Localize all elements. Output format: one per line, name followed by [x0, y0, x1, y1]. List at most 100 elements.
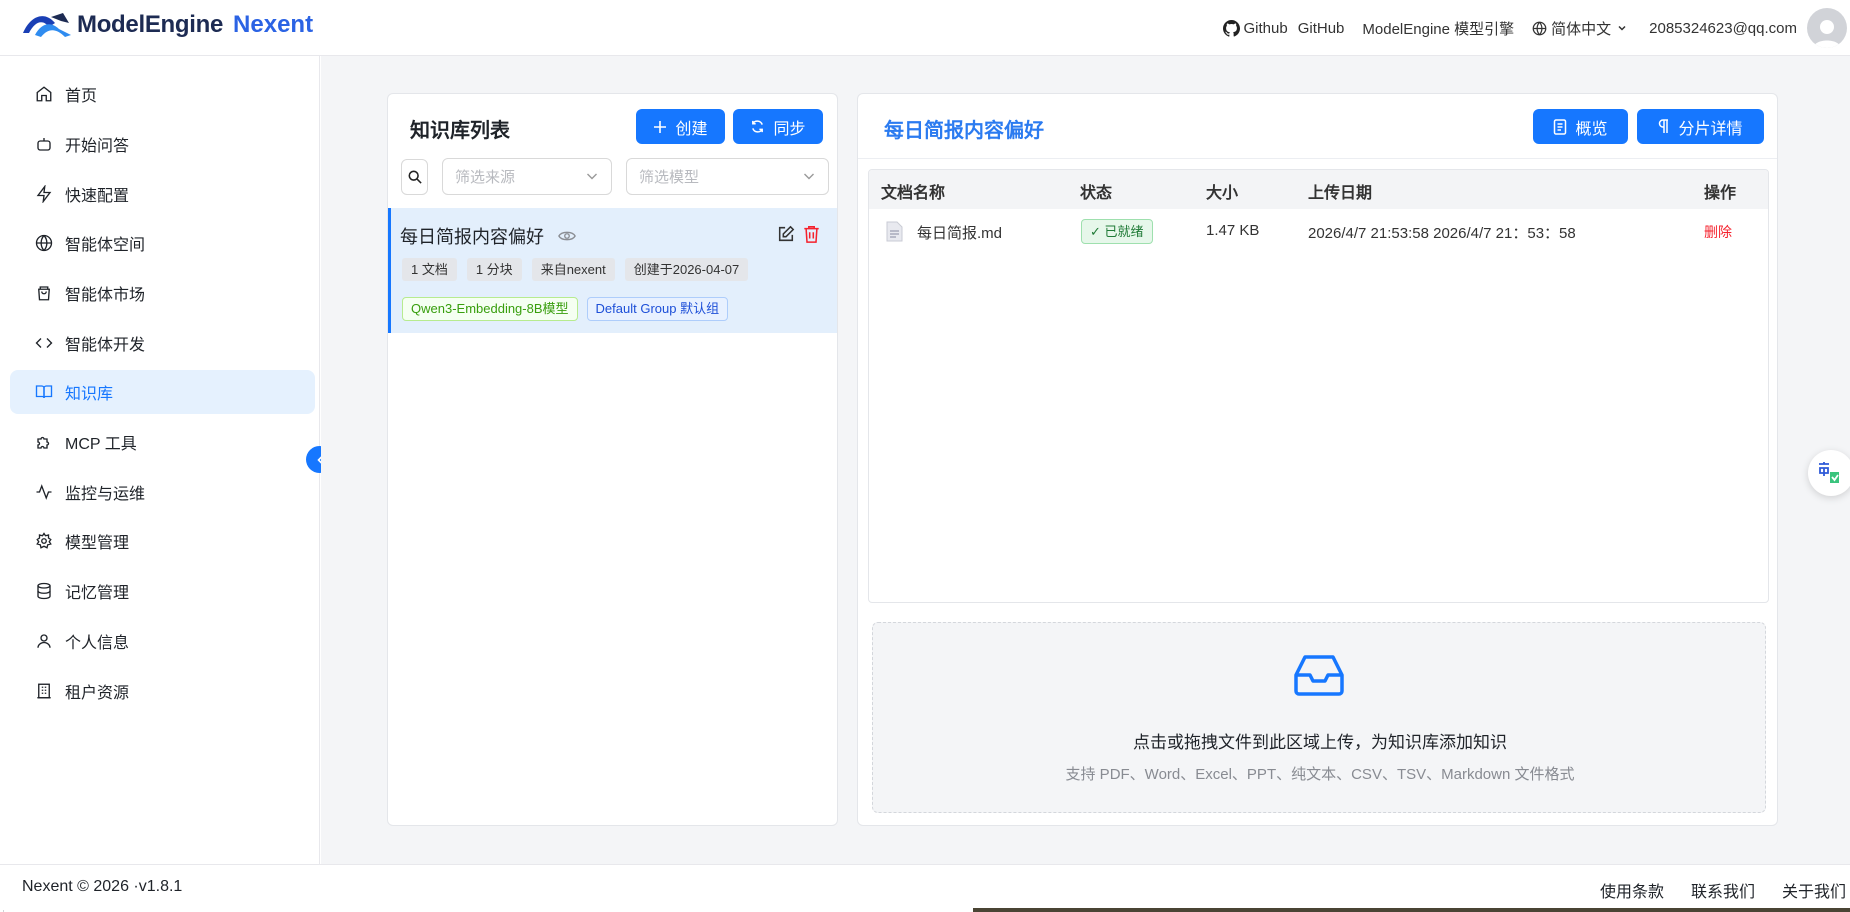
- chunk-details-button[interactable]: 分片详情: [1637, 109, 1764, 144]
- sidebar-item-label: 监控与运维: [65, 486, 146, 503]
- search-button[interactable]: [401, 159, 428, 195]
- col-status: 状态: [1080, 185, 1113, 202]
- kb-list-title: 知识库列表: [410, 120, 510, 142]
- github-link[interactable]: Github GitHub: [1222, 19, 1345, 37]
- contact-link[interactable]: 联系我们: [1691, 878, 1755, 902]
- sidebar-item-label: 模型管理: [65, 535, 130, 552]
- group-tag: Default Group 默认组: [586, 297, 729, 321]
- kb-item-name: 每日简报内容偏好: [400, 223, 576, 249]
- sidebar-item-label: 租户资源: [65, 685, 130, 702]
- sidebar-item-tenant-resources[interactable]: 租户资源: [10, 669, 315, 713]
- search-icon: [408, 170, 422, 184]
- sidebar-item-profile[interactable]: 个人信息: [10, 619, 315, 663]
- top-header: ModelEngine Nexent Github GitHub ModelEn…: [0, 0, 1850, 56]
- activity-icon: [36, 484, 52, 500]
- background-window-strip: [973, 908, 1850, 912]
- logo-product: Nexent: [233, 11, 314, 38]
- sidebar-item-model-management[interactable]: 模型管理: [10, 519, 315, 563]
- code-icon: [35, 338, 53, 348]
- col-date: 上传日期: [1308, 185, 1373, 202]
- col-name: 文档名称: [881, 185, 946, 202]
- modelengine-label: ModelEngine 模型引擎: [1362, 20, 1515, 38]
- language-select[interactable]: 简体中文: [1532, 18, 1631, 39]
- language-label: 简体中文: [1551, 20, 1612, 38]
- github-label-2: GitHub: [1297, 19, 1345, 37]
- translate-button[interactable]: [1808, 450, 1850, 496]
- github-icon: [1222, 19, 1240, 37]
- github-label: Github: [1243, 19, 1288, 37]
- sidebar-item-chat[interactable]: 开始问答: [10, 122, 315, 166]
- logo-mark-icon: [23, 13, 71, 37]
- about-link[interactable]: 关于我们: [1782, 878, 1846, 902]
- source-filter-placeholder: 筛选来源: [455, 169, 516, 186]
- globe-icon: [1532, 21, 1547, 35]
- sidebar-item-agent-dev[interactable]: 智能体开发: [10, 321, 315, 365]
- knowledge-base-detail-panel: 每日简报内容偏好 概览 分片详情 文档名称 状态 大小 上传日期 操作 每日简报…: [857, 93, 1778, 826]
- header-actions: Github GitHub ModelEngine 模型引擎 简体中文 2085…: [1222, 0, 1850, 56]
- sidebar-item-label: 开始问答: [65, 138, 130, 155]
- sidebar-item-agent-market[interactable]: 智能体市场: [10, 271, 315, 315]
- col-size: 大小: [1206, 185, 1239, 202]
- user-icon: [37, 634, 51, 648]
- file-icon: [886, 221, 903, 242]
- copyright: Nexent © 2026 ·v1.8.1: [22, 878, 183, 895]
- sidebar-item-memory[interactable]: 记忆管理: [10, 569, 315, 613]
- documents-table: 文档名称 状态 大小 上传日期 操作 每日简报.md ✓ 已就绪 1.47 KB…: [868, 169, 1769, 603]
- lightning-icon: [36, 185, 52, 203]
- eye-icon[interactable]: [558, 229, 576, 243]
- database-icon: [37, 582, 51, 600]
- user-email[interactable]: 2085324623@qq.com: [1649, 20, 1797, 37]
- create-button[interactable]: 创建: [636, 109, 725, 144]
- table-row[interactable]: 每日简报.md ✓ 已就绪 1.47 KB 2026/4/7 21:53:58 …: [869, 209, 1768, 253]
- globe-icon: [35, 234, 53, 252]
- sidebar-item-mcp-tools[interactable]: MCP 工具: [10, 420, 315, 464]
- sidebar-item-label: 智能体开发: [65, 337, 146, 354]
- sidebar-item-quick-config[interactable]: 快速配置: [10, 172, 315, 216]
- robot-icon: [37, 138, 51, 151]
- delete-icon[interactable]: [803, 225, 820, 243]
- overview-button[interactable]: 概览: [1533, 109, 1628, 144]
- sidebar-item-label: 知识库: [65, 386, 114, 403]
- shopping-bag-icon: [38, 286, 50, 301]
- model-tag: Qwen3-Embedding-8B模型: [402, 297, 578, 321]
- chunk-details-label: 分片详情: [1678, 120, 1743, 138]
- table-header: 文档名称 状态 大小 上传日期 操作: [869, 170, 1768, 209]
- user-avatar-icon: [1813, 20, 1841, 48]
- model-filter-select[interactable]: 筛选模型: [626, 158, 829, 195]
- footer: Nexent © 2026 ·v1.8.1 使用条款 联系我们 关于我们: [0, 864, 1850, 910]
- col-action: 操作: [1704, 185, 1737, 202]
- terms-link[interactable]: 使用条款: [1600, 878, 1664, 902]
- sidebar-item-label: 记忆管理: [65, 585, 130, 602]
- status-badge: ✓ 已就绪: [1081, 219, 1153, 244]
- inbox-icon: [1294, 655, 1344, 696]
- kb-list-item[interactable]: 每日简报内容偏好 1 文档 1 分块 来自nexent 创建于2026-04-0…: [388, 208, 837, 333]
- doc-name[interactable]: 每日简报.md: [917, 222, 1002, 243]
- create-label: 创建: [675, 120, 708, 138]
- gear-icon: [36, 532, 52, 549]
- avatar[interactable]: [1807, 8, 1847, 48]
- sync-icon: [752, 120, 764, 133]
- chevron-down-icon: [587, 173, 597, 180]
- source-filter-select[interactable]: 筛选来源: [442, 158, 612, 195]
- translate-icon: [1819, 462, 1839, 483]
- chunk-count-tag: 1 分块: [466, 258, 522, 281]
- sidebar-item-knowledge-base[interactable]: 知识库: [10, 370, 315, 414]
- chevron-down-icon: [1618, 25, 1626, 31]
- sidebar: 首页 开始问答 快速配置 智能体空间 智能体市场 智能体开发 知识库 MCP 工…: [0, 56, 320, 864]
- knowledge-base-list-panel: 知识库列表 创建 同步 筛选来源 筛选模型 每日简报内容偏好 1 文档 1 分块…: [387, 93, 838, 826]
- modelengine-link[interactable]: ModelEngine 模型引擎: [1362, 18, 1514, 39]
- home-icon: [36, 86, 52, 102]
- doc-upload-date: 2026/4/7 21:53:58 2026/4/7 21：53：58: [1308, 225, 1576, 242]
- overview-label: 概览: [1575, 120, 1608, 138]
- kb-item-stats: 1 文档 1 分块 来自nexent 创建于2026-04-07: [402, 258, 758, 281]
- logo[interactable]: ModelEngine Nexent: [21, 9, 313, 41]
- sidebar-item-agent-space[interactable]: 智能体空间: [10, 221, 315, 265]
- upload-dropzone[interactable]: 点击或拖拽文件到此区域上传，为知识库添加知识 支持 PDF、Word、Excel…: [872, 622, 1766, 813]
- puzzle-icon: [37, 436, 50, 449]
- sidebar-item-home[interactable]: 首页: [10, 72, 315, 116]
- sidebar-item-monitoring[interactable]: 监控与运维: [10, 470, 315, 514]
- logo-text: ModelEngine: [77, 11, 224, 38]
- delete-link[interactable]: 删除: [1704, 222, 1732, 242]
- sync-button[interactable]: 同步: [733, 109, 823, 144]
- edit-icon[interactable]: [777, 225, 795, 243]
